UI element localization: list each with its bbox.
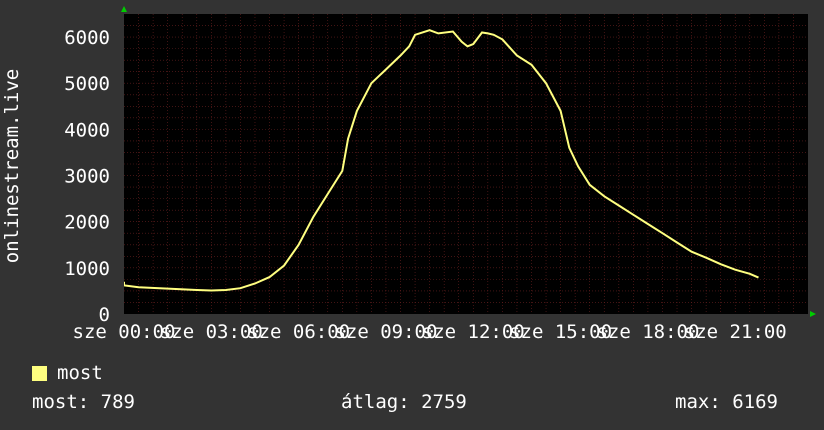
chart-svg: 0100020003000400050006000sze 00:00sze 03… bbox=[1, 6, 816, 343]
legend: most bbox=[32, 362, 103, 384]
stat-current: most: 789 bbox=[32, 391, 135, 413]
y-tick-label: 5000 bbox=[64, 73, 110, 95]
legend-swatch bbox=[32, 365, 47, 381]
y-tick-label: 2000 bbox=[64, 212, 110, 234]
y-axis-label: onlinestream.live bbox=[1, 69, 23, 263]
stat-max: max: 6169 bbox=[675, 391, 778, 413]
chart-root: 0 1000 2000 3000 4000 5000 6000 sze 00:00 sze 03… bbox=[0, 0, 824, 430]
y-axis-arrow bbox=[121, 6, 127, 12]
stat-average: átlag: 2759 bbox=[341, 391, 467, 413]
legend-label: most bbox=[57, 362, 103, 384]
y-tick-label: 1000 bbox=[64, 258, 110, 280]
y-tick-label: 3000 bbox=[64, 166, 110, 188]
x-tick-label: sze 21:00 bbox=[684, 321, 787, 343]
x-axis-arrow bbox=[810, 311, 816, 317]
y-tick-label: 6000 bbox=[64, 27, 110, 49]
y-tick-label: 4000 bbox=[64, 119, 110, 141]
